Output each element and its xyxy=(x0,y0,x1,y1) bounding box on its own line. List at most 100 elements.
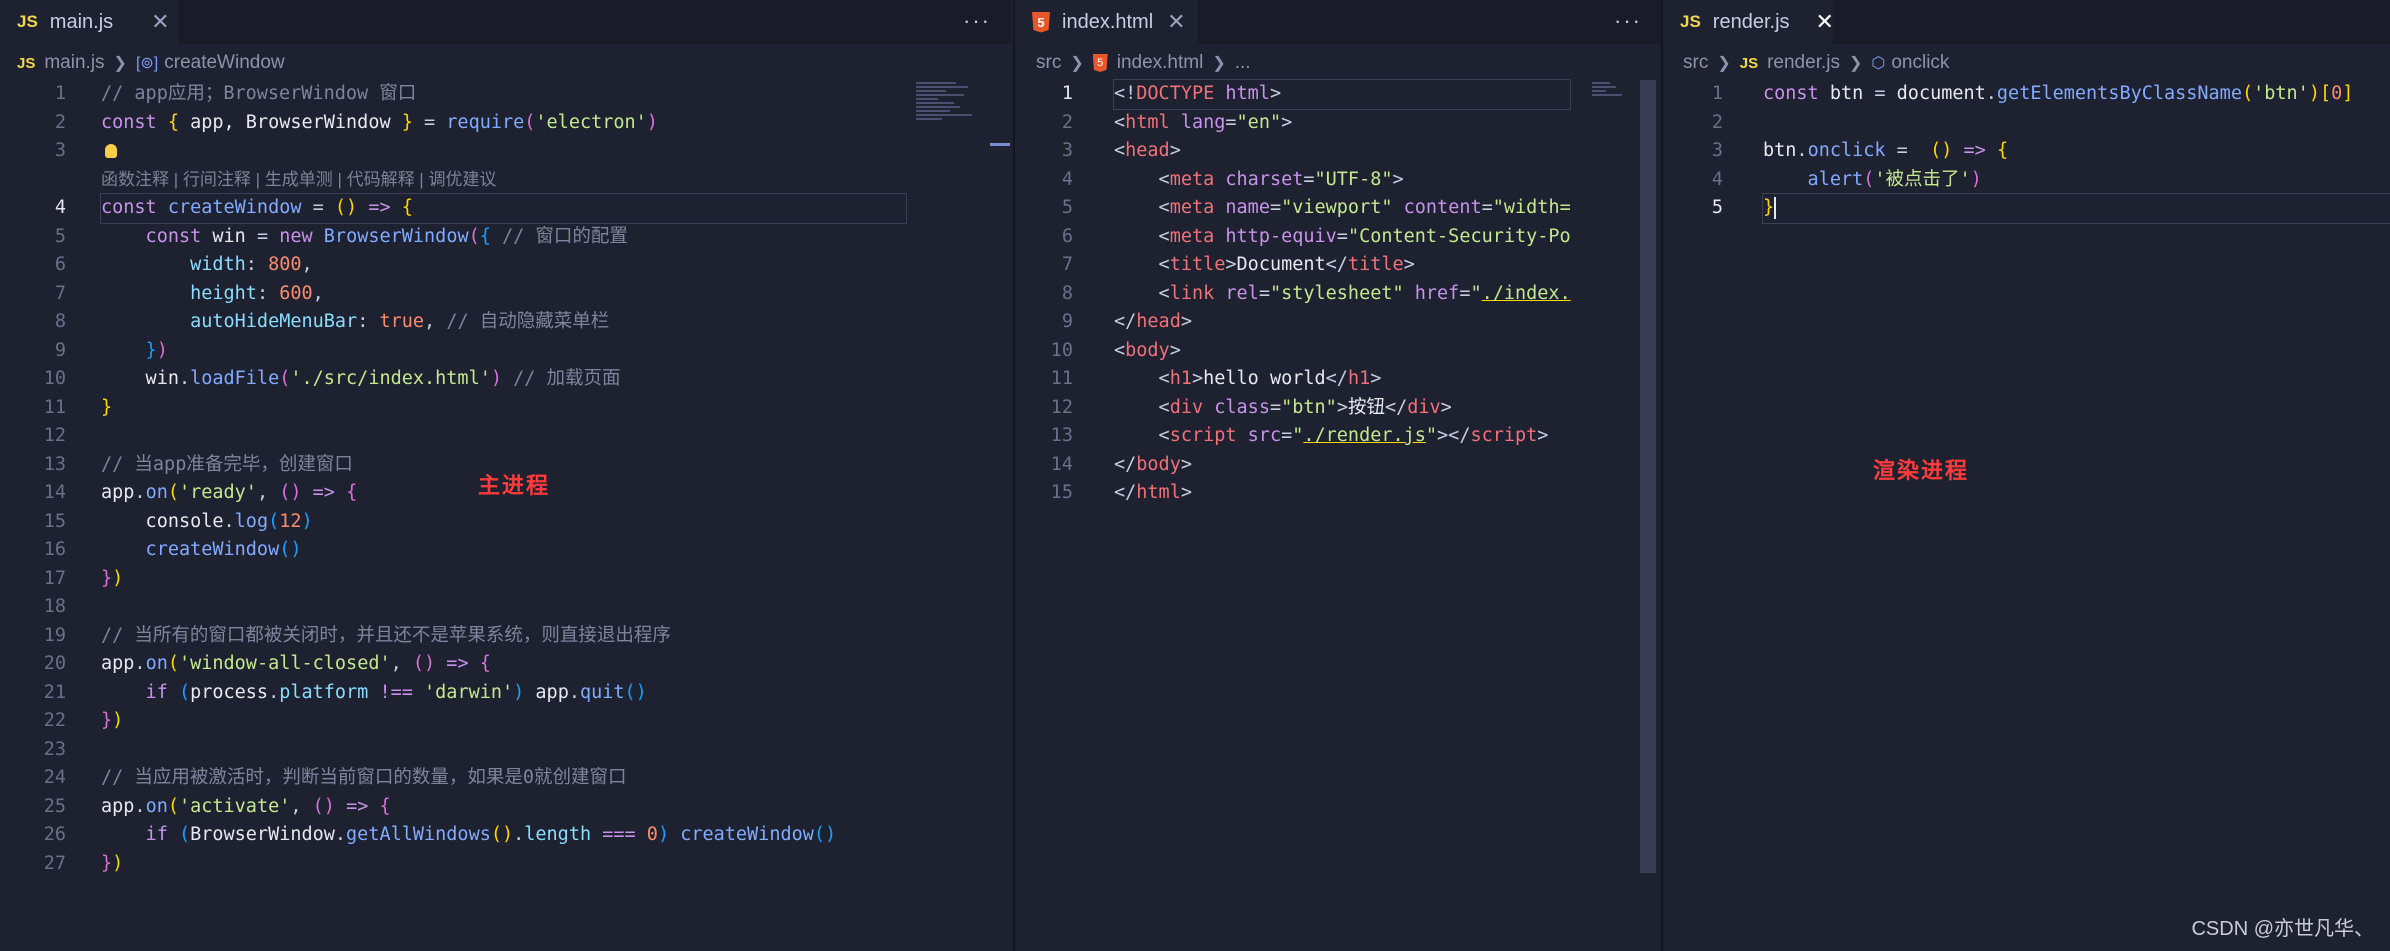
code-line[interactable]: app.on('activate', () => { xyxy=(101,793,906,822)
code-line[interactable]: } xyxy=(101,394,906,423)
minimap[interactable] xyxy=(912,80,982,180)
breadcrumb-file[interactable]: render.js xyxy=(1767,52,1840,74)
editor-pane-index-html: 5 index.html ✕ ··· src ❯ 5 index.html ❯ … xyxy=(1013,0,1661,951)
tab-index-html[interactable]: 5 index.html ✕ xyxy=(1015,0,1198,44)
code-line[interactable]: // app应用；BrowserWindow 窗口 xyxy=(101,80,906,109)
code-line[interactable]: </head> xyxy=(1114,308,1570,337)
breadcrumb-file[interactable]: main.js xyxy=(44,52,104,74)
code-area[interactable]: const btn = document.getElementsByClassN… xyxy=(1762,80,2390,224)
line-number: 27 xyxy=(43,852,66,874)
vertical-scrollbar[interactable] xyxy=(1640,80,1656,873)
tab-label: main.js xyxy=(49,10,114,33)
code-line[interactable]: <meta charset="UTF-8"> xyxy=(1114,166,1570,195)
close-icon[interactable]: ✕ xyxy=(1167,9,1185,35)
code-line[interactable] xyxy=(101,736,906,765)
code-line[interactable]: autoHideMenuBar: true, // 自动隐藏菜单栏 xyxy=(101,308,906,337)
code-line[interactable]: } xyxy=(1762,193,2390,224)
code-line[interactable] xyxy=(1763,109,2390,138)
code-line[interactable]: <h1>hello world</h1> xyxy=(1114,365,1570,394)
code-line[interactable]: <html lang="en"> xyxy=(1114,109,1570,138)
code-line[interactable]: }) xyxy=(101,850,906,879)
code-line[interactable]: }) xyxy=(101,707,906,736)
line-number: 4 xyxy=(54,197,66,218)
lightbulb-icon[interactable] xyxy=(105,144,117,158)
line-number: 14 xyxy=(43,482,66,503)
code-line[interactable]: <!DOCTYPE html> xyxy=(1113,79,1571,110)
code-line[interactable]: <body> xyxy=(1114,337,1570,366)
code-area[interactable]: <!DOCTYPE html> <html lang="en"> <head> <m… xyxy=(1113,79,1571,508)
code-line[interactable]: console.log(12) xyxy=(101,508,906,537)
code-line[interactable] xyxy=(101,422,906,451)
code-line[interactable]: }) xyxy=(101,565,906,594)
breadcrumb: src ❯ 5 index.html ❯ ... xyxy=(1015,48,1661,78)
code-line[interactable]: alert('被点击了') xyxy=(1763,166,2390,195)
code-line[interactable]: createWindow() xyxy=(101,536,906,565)
line-number: 2 xyxy=(1711,111,1723,133)
code-line[interactable]: width: 800, xyxy=(101,251,906,280)
code-line[interactable]: <meta name="viewport" content="width= xyxy=(1114,194,1571,223)
more-actions-icon[interactable]: ··· xyxy=(963,8,991,34)
line-number: 3 xyxy=(54,140,66,161)
code-line[interactable]: const { app, BrowserWindow } = require('… xyxy=(101,109,906,138)
line-number: 23 xyxy=(43,738,66,760)
code-line[interactable] xyxy=(101,593,906,622)
code-line[interactable]: btn.onclick = () => { xyxy=(1763,137,2390,166)
code-line[interactable]: <script src="./render.js"></script> xyxy=(1114,422,1570,451)
chevron-right-icon: ❯ xyxy=(113,55,127,72)
code-line[interactable] xyxy=(101,137,906,166)
code-line[interactable]: if (process.platform !== 'darwin') app.q… xyxy=(101,679,906,708)
code-line[interactable]: height: 600, xyxy=(101,280,906,309)
code-line[interactable]: <head> xyxy=(1114,137,1570,166)
chevron-right-icon: ❯ xyxy=(1848,55,1863,72)
line-number-gutter: 1 2 3 4 5 xyxy=(1663,80,1723,223)
line-number: 5 xyxy=(1061,197,1073,218)
js-file-icon: JS xyxy=(1680,12,1701,31)
code-line[interactable]: const createWindow = () => { xyxy=(100,193,907,224)
line-number: 10 xyxy=(43,368,66,389)
line-number: 5 xyxy=(1711,197,1723,218)
code-line[interactable]: }) xyxy=(101,337,906,366)
breadcrumb-folder[interactable]: src xyxy=(1036,52,1061,74)
line-number: 16 xyxy=(43,539,66,560)
code-line[interactable]: <link rel="stylesheet" href="./index. xyxy=(1114,280,1571,309)
code-line[interactable]: </html> xyxy=(1114,479,1570,508)
method-symbol-icon: ⬡ xyxy=(1871,55,1886,72)
line-number: 14 xyxy=(1050,453,1073,475)
code-line[interactable]: app.on('window-all-closed', () => { xyxy=(101,650,906,679)
code-line[interactable]: // 当应用被激活时，判断当前窗口的数量，如果是0就创建窗口 xyxy=(101,764,906,793)
editor-pane-render-js: JS render.js ✕ src ❯ JS render.js ❯ ⬡ on… xyxy=(1661,0,2390,951)
line-number: 26 xyxy=(43,824,66,845)
breadcrumb-folder[interactable]: src xyxy=(1683,52,1708,74)
code-line[interactable]: // 当所有的窗口都被关闭时，并且还不是苹果系统，则直接退出程序 xyxy=(101,622,906,651)
code-line[interactable]: <title>Document</title> xyxy=(1114,251,1570,280)
tab-bar: JS render.js ✕ xyxy=(1663,0,2390,44)
code-line[interactable]: <div class="btn">按钮</div> xyxy=(1114,394,1570,423)
watermark: CSDN @亦世凡华、 xyxy=(2191,918,2374,940)
code-line[interactable]: win.loadFile('./src/index.html') // 加载页面 xyxy=(101,365,906,394)
line-number: 8 xyxy=(1061,282,1073,304)
code-line[interactable]: </body> xyxy=(1114,451,1570,480)
annotation-main-process: 主进程 xyxy=(478,473,551,498)
code-line[interactable]: const win = new BrowserWindow({ // 窗口的配置 xyxy=(101,223,906,252)
variable-symbol-icon: [⊚] xyxy=(135,55,159,72)
html5-file-icon: 5 xyxy=(1092,54,1108,72)
close-icon[interactable]: ✕ xyxy=(1816,9,1834,35)
tab-render-js[interactable]: JS render.js ✕ xyxy=(1663,0,1834,44)
code-line[interactable]: if (BrowserWindow.getAllWindows().length… xyxy=(101,821,906,850)
text-cursor xyxy=(1774,197,1777,219)
breadcrumb-symbol[interactable]: createWindow xyxy=(164,52,284,74)
codelens-actions[interactable]: 函数注释 | 行间注释 | 生成单测 | 代码解释 | 调优建议 xyxy=(101,166,906,195)
close-icon[interactable]: ✕ xyxy=(151,9,169,35)
annotation-render-process: 渲染进程 xyxy=(1873,458,1970,483)
breadcrumb-symbol[interactable]: onclick xyxy=(1891,52,1949,74)
more-actions-icon[interactable]: ··· xyxy=(1614,8,1642,34)
breadcrumb-file[interactable]: index.html xyxy=(1117,52,1204,74)
tab-main-js[interactable]: JS main.js ✕ xyxy=(0,0,178,44)
line-number-gutter: 1 2 3 4 5 6 7 8 9 10 11 12 13 14 15 xyxy=(1015,80,1073,508)
line-number: 2 xyxy=(1061,111,1073,133)
line-number-gutter: 1 2 3 4 5 6 7 8 9 10 11 12 13 14 15 16 17 18 19 20 21 22 23 24 2… xyxy=(0,80,66,878)
breadcrumb-symbol[interactable]: ... xyxy=(1235,52,1251,74)
tab-bar: 5 index.html ✕ ··· xyxy=(1015,0,1661,44)
code-line[interactable]: const btn = document.getElementsByClassN… xyxy=(1763,80,2390,109)
code-line[interactable]: <meta http-equiv="Content-Security-Po xyxy=(1114,223,1571,252)
